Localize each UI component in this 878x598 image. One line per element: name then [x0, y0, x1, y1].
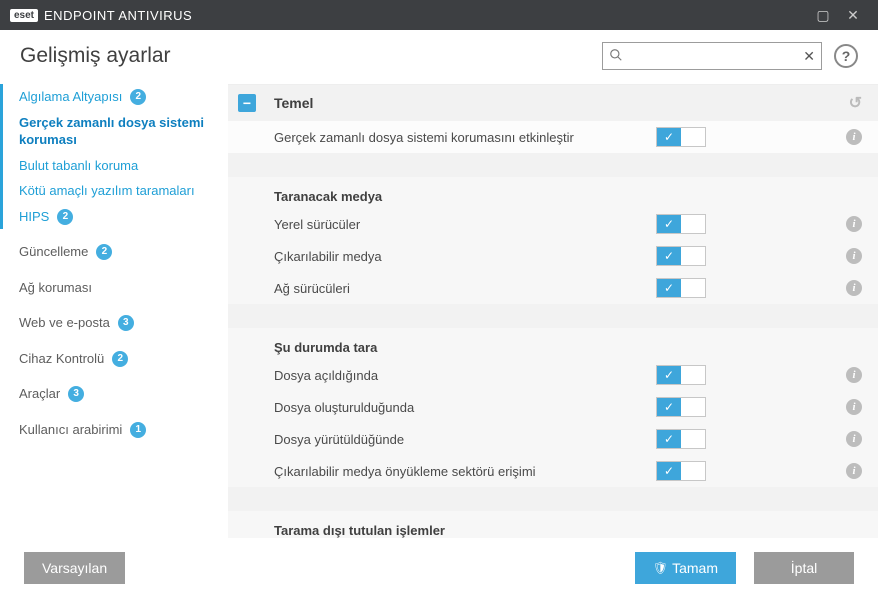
section-title: Temel: [274, 95, 313, 111]
info-icon[interactable]: i: [846, 399, 862, 415]
check-icon: ✓: [664, 130, 674, 144]
sidebar-item[interactable]: Güncelleme 2: [3, 239, 222, 265]
setting-label: Dosya yürütüldüğünde: [274, 432, 656, 447]
titlebar: eset ENDPOINT ANTIVIRUS ▢ ✕: [0, 0, 878, 30]
sidebar-item-label: HIPS: [19, 208, 49, 226]
sidebar-item-label: Bulut tabanlı koruma: [19, 157, 138, 175]
toggle[interactable]: ✓: [656, 397, 706, 417]
window-close-icon[interactable]: ✕: [838, 7, 868, 24]
setting-row: Dosya oluşturulduğunda ✓ i: [228, 391, 878, 423]
header: Gelişmiş ayarlar ✕ ?: [0, 30, 878, 84]
sidebar-item-label: Algılama Altyapısı: [19, 88, 122, 106]
setting-row: Ağ sürücüleri ✓ i: [228, 272, 878, 304]
sidebar-item-label: Araçlar: [19, 385, 60, 403]
toggle[interactable]: ✓: [656, 214, 706, 234]
sidebar-item[interactable]: Web ve e-posta 3: [3, 310, 222, 336]
defaults-button[interactable]: Varsayılan: [24, 552, 125, 584]
setting-row: Gerçek zamanlı dosya sistemi korumasını …: [228, 121, 878, 153]
setting-label: Çıkarılabilir medya önyükleme sektörü er…: [274, 464, 656, 479]
badge: 3: [118, 315, 134, 331]
badge: 2: [57, 209, 73, 225]
toggle[interactable]: ✓: [656, 278, 706, 298]
badge: 2: [130, 89, 146, 105]
sidebar-item[interactable]: Gerçek zamanlı dosya sistemi koruması: [3, 110, 222, 153]
info-icon[interactable]: i: [846, 248, 862, 264]
check-icon: ✓: [664, 368, 674, 382]
setting-row: Dosya yürütüldüğünde ✓ i: [228, 423, 878, 455]
product-name: ENDPOINT ANTIVIRUS: [44, 8, 192, 23]
sidebar-item[interactable]: Cihaz Kontrolü 2: [3, 346, 222, 372]
info-icon[interactable]: i: [846, 280, 862, 296]
section-header-basic: − Temel ↺: [228, 85, 878, 121]
search-box[interactable]: ✕: [602, 42, 822, 70]
content-panel: − Temel ↺ Gerçek zamanlı dosya sistemi k…: [228, 84, 878, 562]
setting-label: Dosya açıldığında: [274, 368, 656, 383]
setting-label: Dosya oluşturulduğunda: [274, 400, 656, 415]
badge: 1: [130, 422, 146, 438]
sidebar-item-label: Web ve e-posta: [19, 314, 110, 332]
search-icon: [609, 48, 623, 65]
sidebar-item-label: Güncelleme: [19, 243, 88, 261]
sidebar-item[interactable]: Ağ koruması: [3, 275, 222, 301]
sidebar-item-label: Kötü amaçlı yazılım taramaları: [19, 182, 195, 200]
sidebar-item-label: Kullanıcı arabirimi: [19, 421, 122, 439]
ok-button[interactable]: 🛡 Tamam: [635, 552, 736, 584]
subsection-scanon: Şu durumda tara: [228, 328, 878, 359]
sidebar-item[interactable]: HIPS 2: [3, 204, 222, 230]
info-icon[interactable]: i: [846, 216, 862, 232]
window-maximize-icon[interactable]: ▢: [808, 7, 838, 24]
footer: Varsayılan 🛡 Tamam İptal: [0, 538, 878, 598]
sidebar-item-label: Ağ koruması: [19, 279, 92, 297]
check-icon: ✓: [664, 400, 674, 414]
brand-logo: eset: [10, 9, 38, 22]
sidebar-item-label: Cihaz Kontrolü: [19, 350, 104, 368]
help-button[interactable]: ?: [834, 44, 858, 68]
setting-row: Çıkarılabilir medya önyükleme sektörü er…: [228, 455, 878, 487]
collapse-icon[interactable]: −: [238, 94, 256, 112]
setting-label: Ağ sürücüleri: [274, 281, 656, 296]
sidebar-item[interactable]: Kullanıcı arabirimi 1: [3, 417, 222, 443]
ok-label: Tamam: [672, 560, 718, 576]
toggle[interactable]: ✓: [656, 127, 706, 147]
page-title: Gelişmiş ayarlar: [20, 44, 171, 68]
clear-search-icon[interactable]: ✕: [803, 48, 815, 65]
sidebar-item[interactable]: Bulut tabanlı koruma: [3, 153, 222, 179]
setting-row: Yerel sürücüler ✓ i: [228, 208, 878, 240]
badge: 2: [112, 351, 128, 367]
toggle[interactable]: ✓: [656, 461, 706, 481]
sidebar-item[interactable]: Kötü amaçlı yazılım taramaları: [3, 178, 222, 204]
check-icon: ✓: [664, 432, 674, 446]
badge: 3: [68, 386, 84, 402]
check-icon: ✓: [664, 281, 674, 295]
reset-icon[interactable]: ↺: [849, 93, 862, 113]
info-icon[interactable]: i: [846, 463, 862, 479]
sidebar: Algılama Altyapısı 2 Gerçek zamanlı dosya …: [0, 84, 228, 562]
setting-label: Yerel sürücüler: [274, 217, 656, 232]
check-icon: ✓: [664, 217, 674, 231]
check-icon: ✓: [664, 464, 674, 478]
cancel-button[interactable]: İptal: [754, 552, 854, 584]
badge: 2: [96, 244, 112, 260]
toggle[interactable]: ✓: [656, 365, 706, 385]
toggle[interactable]: ✓: [656, 429, 706, 449]
shield-icon: 🛡: [653, 561, 668, 575]
sidebar-item[interactable]: Algılama Altyapısı 2: [3, 84, 222, 110]
sidebar-item[interactable]: Araçlar 3: [3, 381, 222, 407]
info-icon[interactable]: i: [846, 431, 862, 447]
setting-row: Dosya açıldığında ✓ i: [228, 359, 878, 391]
setting-label: Gerçek zamanlı dosya sistemi korumasını …: [274, 130, 656, 145]
sidebar-item-label: Gerçek zamanlı dosya sistemi koruması: [19, 114, 212, 149]
setting-label: Çıkarılabilir medya: [274, 249, 656, 264]
info-icon[interactable]: i: [846, 129, 862, 145]
check-icon: ✓: [664, 249, 674, 263]
search-input[interactable]: [627, 49, 803, 64]
setting-row: Çıkarılabilir medya ✓ i: [228, 240, 878, 272]
toggle[interactable]: ✓: [656, 246, 706, 266]
info-icon[interactable]: i: [846, 367, 862, 383]
subsection-media: Taranacak medya: [228, 177, 878, 208]
